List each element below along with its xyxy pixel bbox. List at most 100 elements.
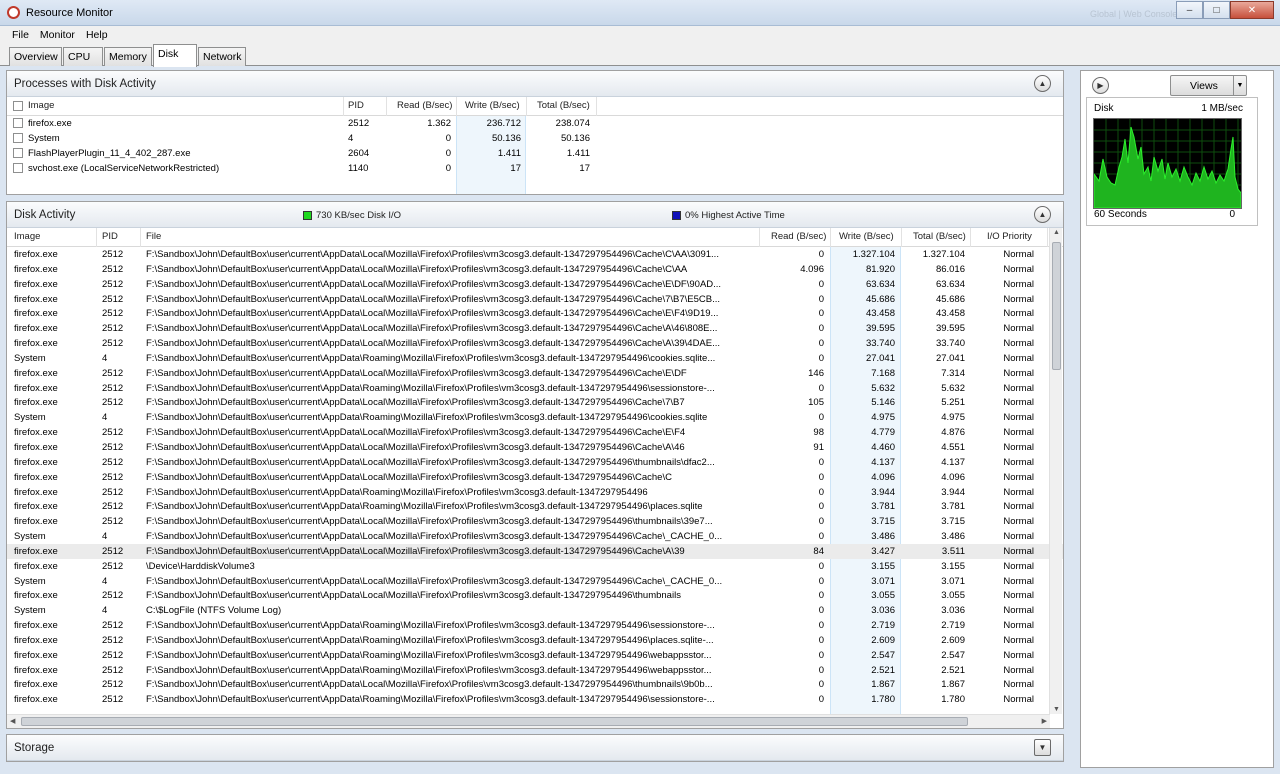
vertical-scrollbar[interactable]: ▲ ▼ — [1049, 228, 1062, 714]
disk-activity-row[interactable]: System 4 F:\Sandbox\John\DefaultBox\user\c… — [7, 351, 1063, 366]
process-row[interactable]: FlashPlayerPlugin_11_4_402_287.exe 2604 0 1… — [7, 146, 1063, 161]
process-row[interactable]: System 4 0 50.136 50.136 — [7, 131, 1063, 146]
disk-row-image: firefox.exe — [14, 278, 58, 290]
scroll-up-icon[interactable]: ▲ — [1053, 229, 1060, 236]
tab-disk[interactable]: Disk — [153, 44, 197, 67]
disk-activity-row[interactable]: firefox.exe 2512 \Device\HarddiskVolume3 0 3… — [7, 559, 1063, 574]
disk-activity-row[interactable]: firefox.exe 2512 F:\Sandbox\John\DefaultBo… — [7, 692, 1063, 707]
disk-activity-row[interactable]: firefox.exe 2512 F:\Sandbox\John\DefaultBo… — [7, 514, 1063, 529]
disk-row-total: 3.155 — [941, 560, 965, 572]
disk-activity-row[interactable]: firefox.exe 2512 F:\Sandbox\John\DefaultBo… — [7, 588, 1063, 603]
scroll-down-icon[interactable]: ▼ — [1053, 706, 1060, 713]
column-separator[interactable] — [96, 228, 97, 247]
disk-activity-header[interactable]: Disk Activity 730 KB/sec Disk I/O 0% Hig… — [7, 202, 1063, 228]
disk-activity-row[interactable]: firefox.exe 2512 F:\Sandbox\John\DefaultBo… — [7, 306, 1063, 321]
minimize-button[interactable]: – — [1176, 1, 1203, 19]
col-image[interactable]: Image — [14, 231, 40, 242]
disk-row-total: 43.458 — [935, 308, 965, 320]
process-checkbox[interactable] — [13, 162, 23, 173]
views-dropdown[interactable]: Views ▼ — [1170, 75, 1247, 96]
disk-row-image: System — [14, 605, 46, 617]
disk-activity-row[interactable]: firefox.exe 2512 F:\Sandbox\John\DefaultBo… — [7, 425, 1063, 440]
col-write[interactable]: Write (B/sec) — [839, 231, 894, 242]
disk-activity-row[interactable]: firefox.exe 2512 F:\Sandbox\John\DefaultBo… — [7, 543, 1063, 559]
column-separator[interactable] — [343, 97, 344, 116]
disk-activity-row[interactable]: firefox.exe 2512 F:\Sandbox\John\DefaultBo… — [7, 633, 1063, 648]
pane-toggle-button[interactable]: ▶ — [1092, 77, 1109, 94]
disk-activity-row[interactable]: firefox.exe 2512 F:\Sandbox\John\DefaultBo… — [7, 455, 1063, 470]
disk-activity-row[interactable]: firefox.exe 2512 F:\Sandbox\John\DefaultBo… — [7, 262, 1063, 277]
vertical-scroll-thumb[interactable] — [1052, 242, 1061, 370]
disk-activity-row[interactable]: System 4 F:\Sandbox\John\DefaultBox\user\c… — [7, 574, 1063, 589]
close-button[interactable]: ✕ — [1230, 1, 1274, 19]
column-separator[interactable] — [386, 97, 387, 116]
col-write[interactable]: Write (B/sec) — [465, 100, 520, 111]
tab-cpu[interactable]: CPU — [63, 47, 103, 66]
disk-activity-row[interactable]: firefox.exe 2512 F:\Sandbox\John\DefaultBo… — [7, 277, 1063, 292]
column-separator[interactable] — [830, 228, 831, 247]
column-separator[interactable] — [596, 97, 597, 116]
process-row[interactable]: firefox.exe 2512 1.362 236.712 238.074 — [7, 116, 1063, 131]
disk-row-pid: 2512 — [102, 263, 124, 275]
disk-activity-row[interactable]: firefox.exe 2512 F:\Sandbox\John\DefaultBo… — [7, 336, 1063, 351]
disk-activity-row[interactable]: firefox.exe 2512 F:\Sandbox\John\DefaultBo… — [7, 470, 1063, 485]
col-total[interactable]: Total (B/sec) — [537, 100, 590, 111]
tab-memory[interactable]: Memory — [104, 47, 152, 66]
col-io-priority[interactable]: I/O Priority — [987, 231, 1032, 242]
disk-activity-row[interactable]: firefox.exe 2512 F:\Sandbox\John\DefaultBo… — [7, 366, 1063, 381]
horizontal-scrollbar[interactable]: ◀ ▶ — [7, 714, 1050, 728]
disk-activity-row[interactable]: firefox.exe 2512 F:\Sandbox\John\DefaultBo… — [7, 440, 1063, 455]
horizontal-scroll-thumb[interactable] — [21, 717, 968, 726]
storage-expand-button[interactable]: ▼ — [1034, 739, 1051, 756]
disk-row-priority: Normal — [1003, 412, 1034, 424]
tab-network[interactable]: Network — [198, 47, 246, 66]
process-row[interactable]: svchost.exe (LocalServiceNetworkRestrict… — [7, 161, 1063, 176]
disk-activity-collapse-button[interactable]: ▲ — [1034, 206, 1051, 223]
disk-activity-row[interactable]: firefox.exe 2512 F:\Sandbox\John\DefaultBo… — [7, 381, 1063, 396]
disk-activity-row[interactable]: firefox.exe 2512 F:\Sandbox\John\DefaultBo… — [7, 485, 1063, 500]
col-file[interactable]: File — [146, 231, 161, 242]
disk-row-total: 39.595 — [935, 323, 965, 335]
disk-activity-row[interactable]: firefox.exe 2512 F:\Sandbox\John\DefaultBo… — [7, 292, 1063, 307]
menu-file[interactable]: File — [12, 29, 29, 41]
col-read[interactable]: Read (B/sec) — [771, 231, 826, 242]
col-total[interactable]: Total (B/sec) — [913, 231, 966, 242]
processes-title: Processes with Disk Activity — [14, 77, 156, 90]
process-checkbox[interactable] — [13, 147, 23, 158]
maximize-button[interactable]: □ — [1203, 1, 1230, 19]
menu-monitor[interactable]: Monitor — [40, 29, 75, 41]
column-separator[interactable] — [901, 228, 902, 247]
column-separator[interactable] — [140, 228, 141, 247]
col-pid[interactable]: PID — [102, 231, 118, 242]
processes-header[interactable]: Processes with Disk Activity ▲ — [7, 71, 1063, 97]
disk-activity-row[interactable]: System 4 F:\Sandbox\John\DefaultBox\user\c… — [7, 410, 1063, 425]
column-separator[interactable] — [1047, 228, 1048, 247]
column-separator[interactable] — [456, 97, 457, 116]
col-read[interactable]: Read (B/sec) — [397, 100, 452, 111]
col-image[interactable]: Image — [28, 100, 54, 111]
tab-overview[interactable]: Overview — [9, 47, 62, 66]
disk-activity-row[interactable]: firefox.exe 2512 F:\Sandbox\John\DefaultBo… — [7, 247, 1063, 262]
scroll-left-icon[interactable]: ◀ — [10, 717, 15, 725]
disk-row-file: F:\Sandbox\John\DefaultBox\user\current\… — [146, 531, 723, 543]
process-checkbox[interactable] — [13, 118, 23, 128]
col-pid[interactable]: PID — [348, 100, 364, 111]
disk-activity-row[interactable]: firefox.exe 2512 F:\Sandbox\John\DefaultBo… — [7, 677, 1063, 692]
storage-header[interactable]: Storage ▼ — [7, 735, 1063, 761]
column-separator[interactable] — [759, 228, 760, 247]
disk-activity-row[interactable]: firefox.exe 2512 F:\Sandbox\John\DefaultBo… — [7, 499, 1063, 514]
disk-activity-row[interactable]: firefox.exe 2512 F:\Sandbox\John\DefaultBo… — [7, 321, 1063, 336]
menu-help[interactable]: Help — [86, 29, 108, 41]
process-checkbox[interactable] — [13, 132, 23, 143]
disk-activity-row[interactable]: firefox.exe 2512 F:\Sandbox\John\DefaultBo… — [7, 663, 1063, 678]
disk-activity-row[interactable]: System 4 F:\Sandbox\John\DefaultBox\user\c… — [7, 529, 1063, 544]
scroll-right-icon[interactable]: ▶ — [1042, 717, 1047, 725]
disk-activity-row[interactable]: firefox.exe 2512 F:\Sandbox\John\DefaultBo… — [7, 648, 1063, 663]
processes-collapse-button[interactable]: ▲ — [1034, 75, 1051, 92]
disk-activity-row[interactable]: System 4 C:\$LogFile (NTFS Volume Log) 0 3.0… — [7, 603, 1063, 618]
select-all-checkbox[interactable] — [13, 101, 23, 111]
disk-activity-row[interactable]: firefox.exe 2512 F:\Sandbox\John\DefaultBo… — [7, 395, 1063, 410]
disk-activity-row[interactable]: firefox.exe 2512 F:\Sandbox\John\DefaultBo… — [7, 618, 1063, 633]
column-separator[interactable] — [526, 97, 527, 116]
column-separator[interactable] — [970, 228, 971, 247]
